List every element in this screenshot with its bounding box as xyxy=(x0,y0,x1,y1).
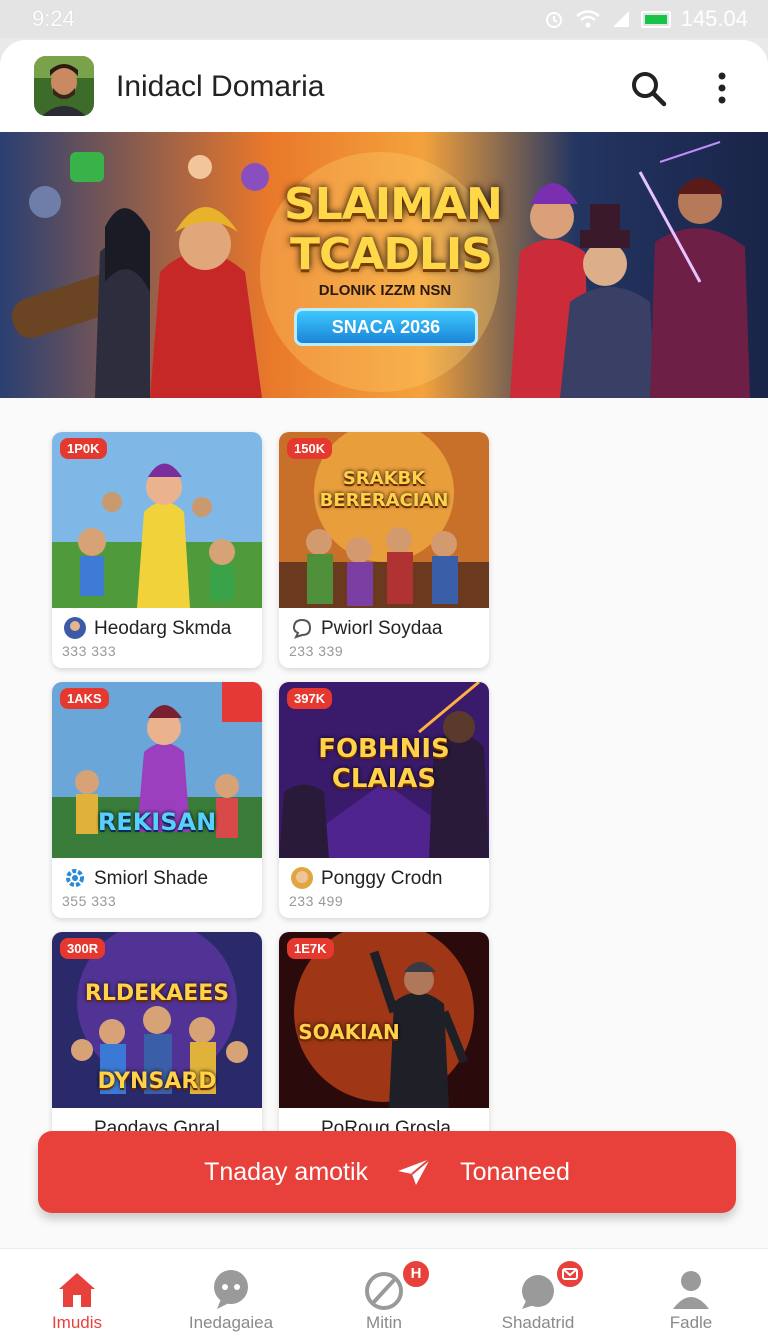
chat-icon xyxy=(214,1270,248,1309)
app-bar: Inidacl Domaria xyxy=(0,40,768,132)
download-cta-button[interactable]: Tnaday amotik Tonaneed xyxy=(38,1131,736,1213)
signal-icon xyxy=(612,11,629,27)
avatar[interactable] xyxy=(34,56,94,116)
app-title: Inidacl Domaria xyxy=(116,70,325,103)
game-card[interactable]: FOBHNIS CLAIAS 397K Ponggy Crodn 233 499 xyxy=(279,682,489,918)
wifi-icon xyxy=(575,10,600,28)
cta-left-label: Tnaday amotik xyxy=(204,1157,369,1186)
card-art-text: SRAKBK BERERACIAN xyxy=(319,468,449,511)
nav-item-chat[interactable]: Inedagaiea xyxy=(154,1249,308,1344)
bottom-nav: Imudis Inedagaiea H Mitin Shadatrid Fadl… xyxy=(0,1248,768,1344)
status-time: 9:24 xyxy=(32,6,75,31)
nav-badge-inbox-icon xyxy=(555,1259,585,1289)
app-container: Inidacl Domaria SLAIMAN TCADLIS DLONIK I… xyxy=(0,40,768,1344)
card-art-text: FOBHNIS CLAIAS xyxy=(318,734,450,794)
nav-label: Imudis xyxy=(51,1313,103,1332)
card-title: Ponggy Crodn xyxy=(321,868,443,889)
game-card[interactable]: 1P0K Heodarg Skmda 333 333 xyxy=(52,432,262,668)
banner-title: SLAIMAN TCADLIS xyxy=(284,179,503,280)
game-avatar-icon xyxy=(64,617,86,639)
nav-label: Shadatrid xyxy=(501,1313,575,1332)
block-icon xyxy=(365,1272,403,1310)
game-avatar-icon xyxy=(291,867,313,889)
card-badge: 300R xyxy=(60,938,106,959)
battery-icon xyxy=(640,10,671,28)
message-icon xyxy=(522,1275,554,1309)
game-card[interactable]: SRAKBK BERERACIAN 150K Pwiorl Soydaa 233… xyxy=(279,432,489,668)
banner-button[interactable]: SNACA 2036 xyxy=(294,308,478,346)
gear-icon xyxy=(66,869,84,887)
card-stats: 355 333 xyxy=(62,893,117,909)
card-art-text: RLDEKAEES DYNSARD xyxy=(84,981,230,1094)
nav-label: Fadle xyxy=(669,1313,713,1332)
status-bar: 9:24 145.04 xyxy=(0,0,768,38)
promo-banner[interactable]: SLAIMAN TCADLIS DLONIK IZZM NSN SNACA 20… xyxy=(0,132,768,398)
card-badge: 150K xyxy=(287,438,333,459)
card-stats: 233 499 xyxy=(289,893,344,909)
status-icons: 145.04 xyxy=(543,6,748,32)
nav-label: Inedagaiea xyxy=(188,1313,274,1332)
alarm-icon xyxy=(545,12,562,28)
card-badge: 1E7K xyxy=(287,938,334,959)
battery-text: 145.04 xyxy=(680,6,748,31)
nav-item-profile[interactable]: Fadle xyxy=(614,1249,768,1344)
home-icon xyxy=(59,1273,95,1307)
nav-item-home[interactable]: Imudis xyxy=(0,1249,154,1344)
more-vertical-icon[interactable] xyxy=(708,68,736,108)
card-stats: 333 333 xyxy=(62,643,117,659)
nav-item-messages[interactable]: Shadatrid xyxy=(461,1249,615,1344)
card-art-text: SOAKIAN xyxy=(298,1020,400,1044)
game-card[interactable]: REKISAN 1AKS Smiorl Shade 355 333 xyxy=(52,682,262,918)
banner-subtitle: DLONIK IZZM NSN xyxy=(318,282,452,299)
cta-right-label: Tonaneed xyxy=(460,1157,570,1186)
card-badge: 397K xyxy=(287,688,333,709)
inbox-icon xyxy=(562,1268,578,1280)
card-badge: 1AKS xyxy=(60,688,109,709)
nav-item-block[interactable]: H Mitin xyxy=(307,1249,461,1344)
card-title: Pwiorl Soydaa xyxy=(321,618,443,639)
card-title: Smiorl Shade xyxy=(94,868,209,889)
chat-bubble-icon xyxy=(292,618,312,639)
card-title: Heodarg Skmda xyxy=(94,618,232,639)
nav-badge: H xyxy=(401,1259,431,1289)
nav-label: Mitin xyxy=(366,1313,402,1332)
send-icon xyxy=(398,1158,431,1185)
card-art-text: REKISAN xyxy=(97,808,217,836)
search-icon[interactable] xyxy=(628,68,668,108)
card-badge: 1P0K xyxy=(60,438,107,459)
profile-icon xyxy=(673,1271,709,1309)
card-stats: 233 339 xyxy=(289,643,344,659)
